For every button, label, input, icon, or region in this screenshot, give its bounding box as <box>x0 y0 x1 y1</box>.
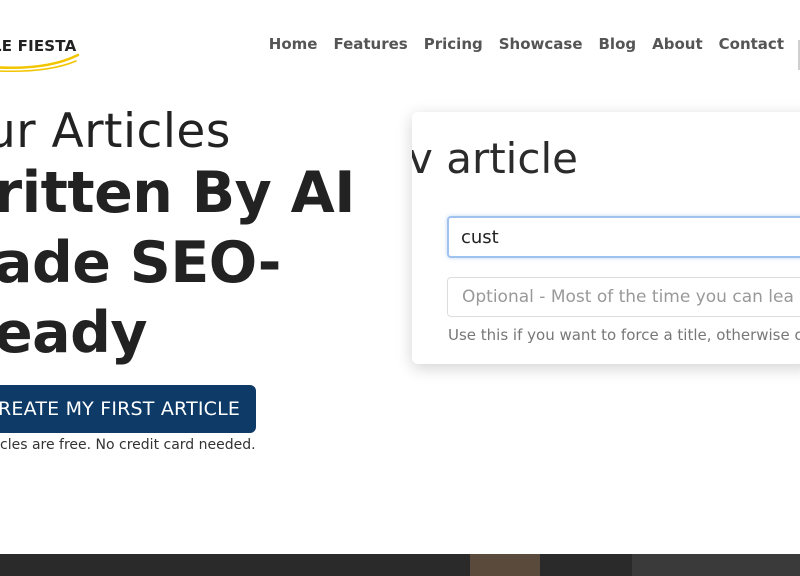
demo-screenshot-card: v article Use this if you want to force … <box>412 112 800 364</box>
hero-subtext: cles are free. No credit card needed. <box>0 437 256 453</box>
bottom-image-right <box>632 554 800 576</box>
bottom-image-detail <box>470 554 540 576</box>
nav-showcase[interactable]: Showcase <box>499 35 583 53</box>
demo-title: v article <box>412 134 578 183</box>
nav-blog[interactable]: Blog <box>599 35 637 53</box>
hero-heading-bold-2: ade SEO- <box>0 230 281 296</box>
demo-title-input[interactable] <box>447 277 800 317</box>
demo-topic-input[interactable] <box>447 216 800 258</box>
nav-about[interactable]: About <box>652 35 703 53</box>
hero-heading-bold-3: eady <box>0 300 148 366</box>
nav-contact[interactable]: Contact <box>719 35 784 53</box>
hero-heading-light: ur Articles <box>0 104 231 159</box>
hero-heading-bold-1: ritten By AI <box>0 160 356 226</box>
nav-home[interactable]: Home <box>269 35 318 53</box>
demo-hint-text: Use this if you want to force a title, o… <box>448 326 800 344</box>
create-first-article-button[interactable]: REATE MY FIRST ARTICLE <box>0 385 256 433</box>
brand-name: LE FIESTA <box>0 37 77 55</box>
nav-features[interactable]: Features <box>333 35 407 53</box>
bottom-image-strip <box>0 554 800 576</box>
main-nav: Home Features Pricing Showcase Blog Abou… <box>269 35 784 53</box>
nav-pricing[interactable]: Pricing <box>424 35 483 53</box>
